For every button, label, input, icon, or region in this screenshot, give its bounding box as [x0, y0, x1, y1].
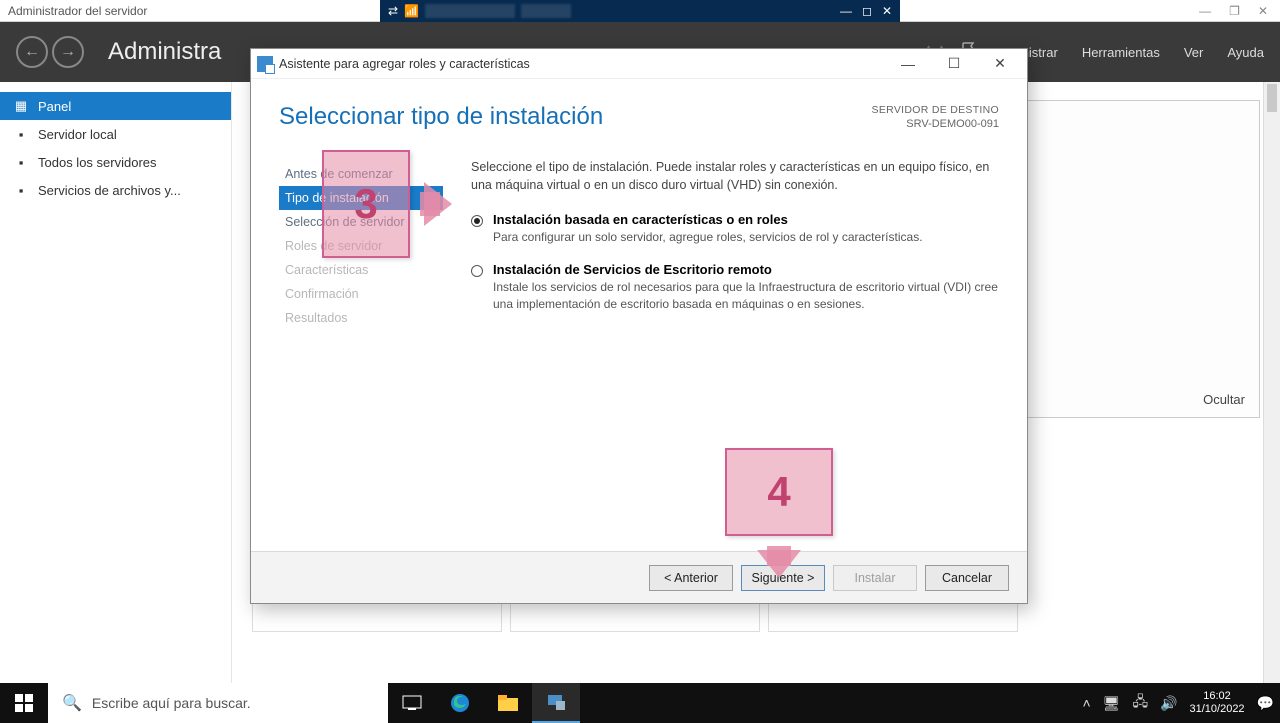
tray-network-icon[interactable]: 🖧	[1132, 691, 1148, 715]
cancel-button[interactable]: Cancelar	[925, 565, 1009, 591]
prev-button[interactable]: < Anterior	[649, 565, 733, 591]
sidenav-file-services[interactable]: ▪ Servicios de archivos y...	[0, 176, 231, 204]
task-view-button[interactable]	[388, 683, 436, 723]
sidenav-panel[interactable]: ▦ Panel	[0, 92, 231, 120]
menu-help[interactable]: Ayuda	[1227, 45, 1264, 60]
scrollbar[interactable]	[1263, 82, 1280, 683]
vm-inner-titlebar: ⇄ 📶 — ◻ ✕	[380, 0, 900, 22]
arrow-right-icon	[424, 182, 452, 226]
outer-min-button[interactable]: —	[1199, 4, 1211, 18]
sidenav-local-server[interactable]: ▪ Servidor local	[0, 120, 231, 148]
search-icon: 🔍	[62, 693, 82, 713]
wizard-heading: Seleccionar tipo de instalación	[279, 103, 603, 131]
inner-close-button[interactable]: ✕	[882, 4, 892, 18]
sidenav-label: Servicios de archivos y...	[38, 183, 181, 198]
wizard-content: Seleccione el tipo de instalación. Puede…	[443, 158, 999, 330]
taskbar-server-manager[interactable]	[532, 683, 580, 723]
outer-close-button[interactable]: ✕	[1258, 4, 1268, 18]
wizard-footer: < Anterior Siguiente > Instalar Cancelar	[251, 551, 1027, 603]
action-center-icon[interactable]: 💬	[1257, 695, 1274, 712]
wizard-max-button[interactable]: ☐	[933, 52, 975, 76]
option-desc: Para configurar un solo servidor, agregu…	[493, 229, 923, 246]
system-tray: ˄ 🖥 🖧 🔊 16:02 31/10/2022 💬	[1082, 690, 1280, 715]
wizard-title: Asistente para agregar roles y caracterí…	[279, 57, 530, 71]
wizard-app-icon	[257, 56, 273, 72]
step-features: Características	[279, 258, 443, 282]
files-icon: ▪	[14, 183, 28, 198]
taskbar: 🔍 Escribe aquí para buscar. ˄ 🖥 🖧 🔊 16:0…	[0, 683, 1280, 723]
option-role-based[interactable]: Instalación basada en características o …	[471, 212, 999, 246]
taskbar-clock[interactable]: 16:02 31/10/2022	[1190, 690, 1245, 715]
outer-max-button[interactable]: ❐	[1229, 4, 1240, 18]
sidenav-all-servers[interactable]: ▪ Todos los servidores	[0, 148, 231, 176]
dashboard-icon: ▦	[14, 98, 28, 114]
vm-name-blur	[521, 4, 571, 18]
option-desc: Instale los servicios de rol necesarios …	[493, 279, 999, 313]
sidenav-label: Servidor local	[38, 127, 117, 142]
clock-time: 16:02	[1190, 690, 1245, 703]
start-button[interactable]	[0, 683, 48, 723]
wizard-close-button[interactable]: ✕	[979, 52, 1021, 76]
add-roles-wizard: Asistente para agregar roles y caracterí…	[250, 48, 1028, 604]
callout-number: 4	[767, 468, 790, 516]
server-icon: ▪	[14, 127, 28, 142]
vm-titlebar: Administrador del servidor ⇄ 📶 — ◻ ✕ — ❐…	[0, 0, 1280, 22]
taskbar-search[interactable]: 🔍 Escribe aquí para buscar.	[48, 683, 388, 723]
inner-min-button[interactable]: —	[840, 4, 852, 18]
destination-label: SERVIDOR DE DESTINO	[872, 103, 999, 117]
vm-name-blur	[425, 4, 515, 18]
sidenav-label: Panel	[38, 99, 71, 114]
step-results: Resultados	[279, 306, 443, 330]
servers-icon: ▪	[14, 155, 28, 170]
nav-back-button[interactable]: ←	[16, 36, 48, 68]
menu-tools[interactable]: Herramientas	[1082, 45, 1160, 60]
menu-view[interactable]: Ver	[1184, 45, 1204, 60]
sidenav-label: Todos los servidores	[38, 155, 157, 170]
wizard-min-button[interactable]: —	[887, 52, 929, 76]
vm-app-title: Administrador del servidor	[8, 4, 147, 18]
sm-title: Administra	[108, 38, 221, 66]
clock-date: 31/10/2022	[1190, 703, 1245, 716]
tray-volume-icon[interactable]: 🔊	[1160, 695, 1177, 712]
connection-icon: ⇄	[388, 4, 398, 18]
destination-value: SRV-DEMO00-091	[872, 117, 999, 132]
option-title: Instalación de Servicios de Escritorio r…	[493, 262, 772, 277]
annotation-callout-4: 4	[725, 448, 833, 536]
install-button: Instalar	[833, 565, 917, 591]
search-placeholder: Escribe aquí para buscar.	[92, 695, 251, 711]
tray-overflow-icon[interactable]: ˄	[1082, 695, 1090, 711]
step-confirmation: Confirmación	[279, 282, 443, 306]
wizard-intro: Seleccione el tipo de instalación. Puede…	[471, 158, 999, 194]
callout-number: 3	[354, 180, 377, 228]
hide-link[interactable]: Ocultar	[1203, 392, 1245, 407]
tray-display-icon[interactable]: 🖥	[1103, 695, 1121, 712]
nav-forward-button[interactable]: →	[52, 36, 84, 68]
taskbar-explorer[interactable]	[484, 683, 532, 723]
taskbar-edge[interactable]	[436, 683, 484, 723]
option-rds[interactable]: Instalación de Servicios de Escritorio r…	[471, 262, 999, 313]
wizard-titlebar[interactable]: Asistente para agregar roles y caracterí…	[251, 49, 1027, 79]
signal-icon: 📶	[404, 4, 419, 18]
inner-max-button[interactable]: ◻	[862, 4, 872, 18]
annotation-callout-3: 3	[322, 150, 410, 258]
option-title: Instalación basada en características o …	[493, 212, 788, 227]
radio-rds[interactable]	[471, 265, 483, 277]
destination-info: SERVIDOR DE DESTINO SRV-DEMO00-091	[872, 103, 999, 132]
sidenav: ▦ Panel ▪ Servidor local ▪ Todos los ser…	[0, 82, 232, 683]
arrow-down-icon	[757, 550, 801, 578]
radio-role-based[interactable]	[471, 215, 483, 227]
